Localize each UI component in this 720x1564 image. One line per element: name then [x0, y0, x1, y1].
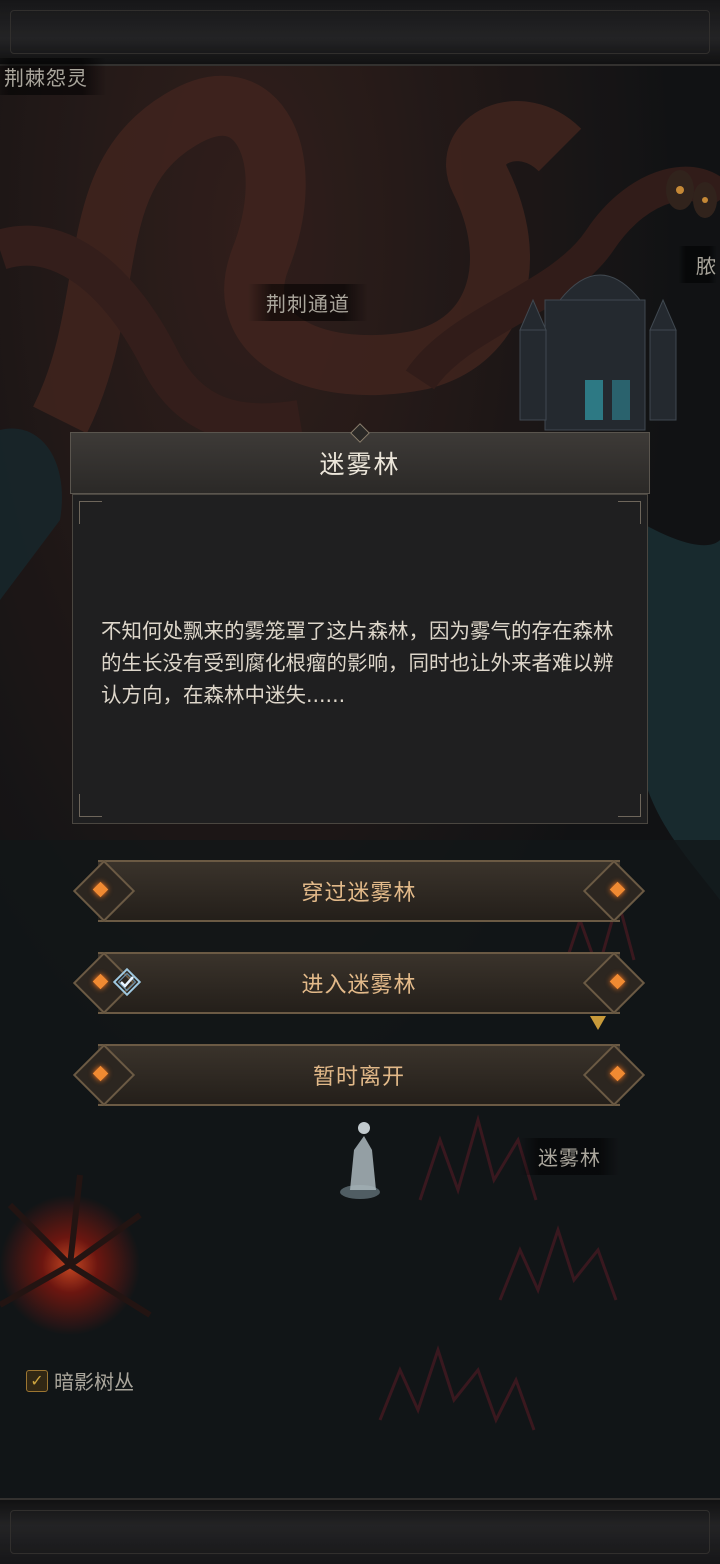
- down-arrow-icon: [590, 1016, 606, 1030]
- corner-ornament-icon: [79, 501, 102, 524]
- corner-ornament-icon: [618, 794, 641, 817]
- option-label: 暂时离开: [312, 1065, 405, 1090]
- dialog-header: 迷雾林: [70, 423, 650, 494]
- dialog-body: 不知何处飘来的雾笼罩了这片森林，因为雾气的存在森林的生长没有受到腐化根瘤的影响，…: [72, 494, 648, 824]
- option-leave-button[interactable]: 暂时离开: [72, 1043, 646, 1107]
- option-enter-button[interactable]: 进入迷雾林: [72, 951, 646, 1015]
- selected-check-icon: [112, 967, 142, 997]
- option-label: 穿过迷雾林: [301, 881, 417, 906]
- corner-ornament-icon: [79, 794, 102, 817]
- event-dialog: 迷雾林 不知何处飘来的雾笼罩了这片森林，因为雾气的存在森林的生长没有受到腐化根瘤…: [70, 423, 650, 826]
- option-label: 进入迷雾林: [301, 973, 417, 998]
- dialog-title: 迷雾林: [319, 450, 401, 479]
- dialog-description: 不知何处飘来的雾笼罩了这片森林，因为雾气的存在森林的生长没有受到腐化根瘤的影响，…: [101, 619, 614, 707]
- option-pass-through-button[interactable]: 穿过迷雾林: [72, 859, 646, 923]
- corner-ornament-icon: [618, 501, 641, 524]
